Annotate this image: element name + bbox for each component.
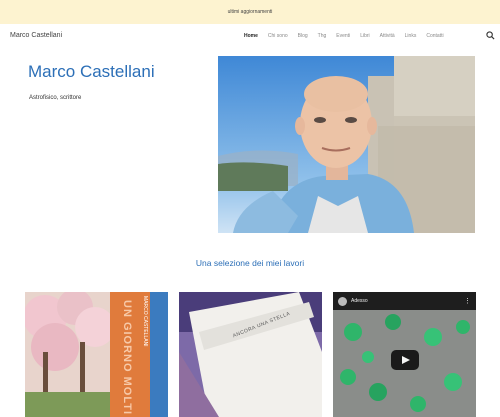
work-card-video[interactable]: Adesso ⋮ [333, 292, 476, 417]
channel-avatar [338, 297, 347, 306]
work-card-book-1[interactable]: UN GIORNO MOLTI MARCO CASTELLANI [25, 292, 168, 417]
hero-name: Marco Castellani [28, 62, 155, 81]
menu-item-libri[interactable]: Libri [360, 33, 369, 39]
hero-subtitle: Astrofisico, scrittore [29, 95, 82, 101]
more-vert-icon[interactable]: ⋮ [464, 297, 471, 305]
menu-item-thg[interactable]: Thg [318, 33, 327, 39]
announcement-bar: ultimi aggiornamenti [0, 0, 500, 24]
works-section-title: Una selezione dei miei lavori [195, 258, 305, 268]
menu-item-eventi[interactable]: Eventi [336, 33, 350, 39]
menu-item-attivita[interactable]: Attività [380, 33, 395, 39]
main-menu: Home Chi sono Blog Thg Eventi Libri Atti… [244, 33, 444, 39]
announcement-link[interactable]: ultimi aggiornamenti [228, 9, 273, 15]
portrait-photo [218, 56, 475, 233]
book-cover-title: UN GIORNO MOLTI [121, 300, 133, 416]
play-icon[interactable] [391, 350, 419, 370]
menu-item-links[interactable]: Links [405, 33, 417, 39]
menu-item-home[interactable]: Home [244, 33, 258, 39]
menu-item-blog[interactable]: Blog [298, 33, 308, 39]
search-icon[interactable] [486, 31, 495, 40]
menu-item-contatti[interactable]: Contatti [426, 33, 443, 39]
book-spine-author: MARCO CASTELLANI [142, 296, 148, 347]
work-card-book-2[interactable]: ANCORA UNA STELLA [179, 292, 322, 417]
site-title[interactable]: Marco Castellani [10, 32, 62, 39]
site-header: Marco Castellani Home Chi sono Blog Thg … [0, 24, 500, 48]
menu-item-chi-sono[interactable]: Chi sono [268, 33, 288, 39]
video-title[interactable]: Adesso [351, 298, 368, 304]
